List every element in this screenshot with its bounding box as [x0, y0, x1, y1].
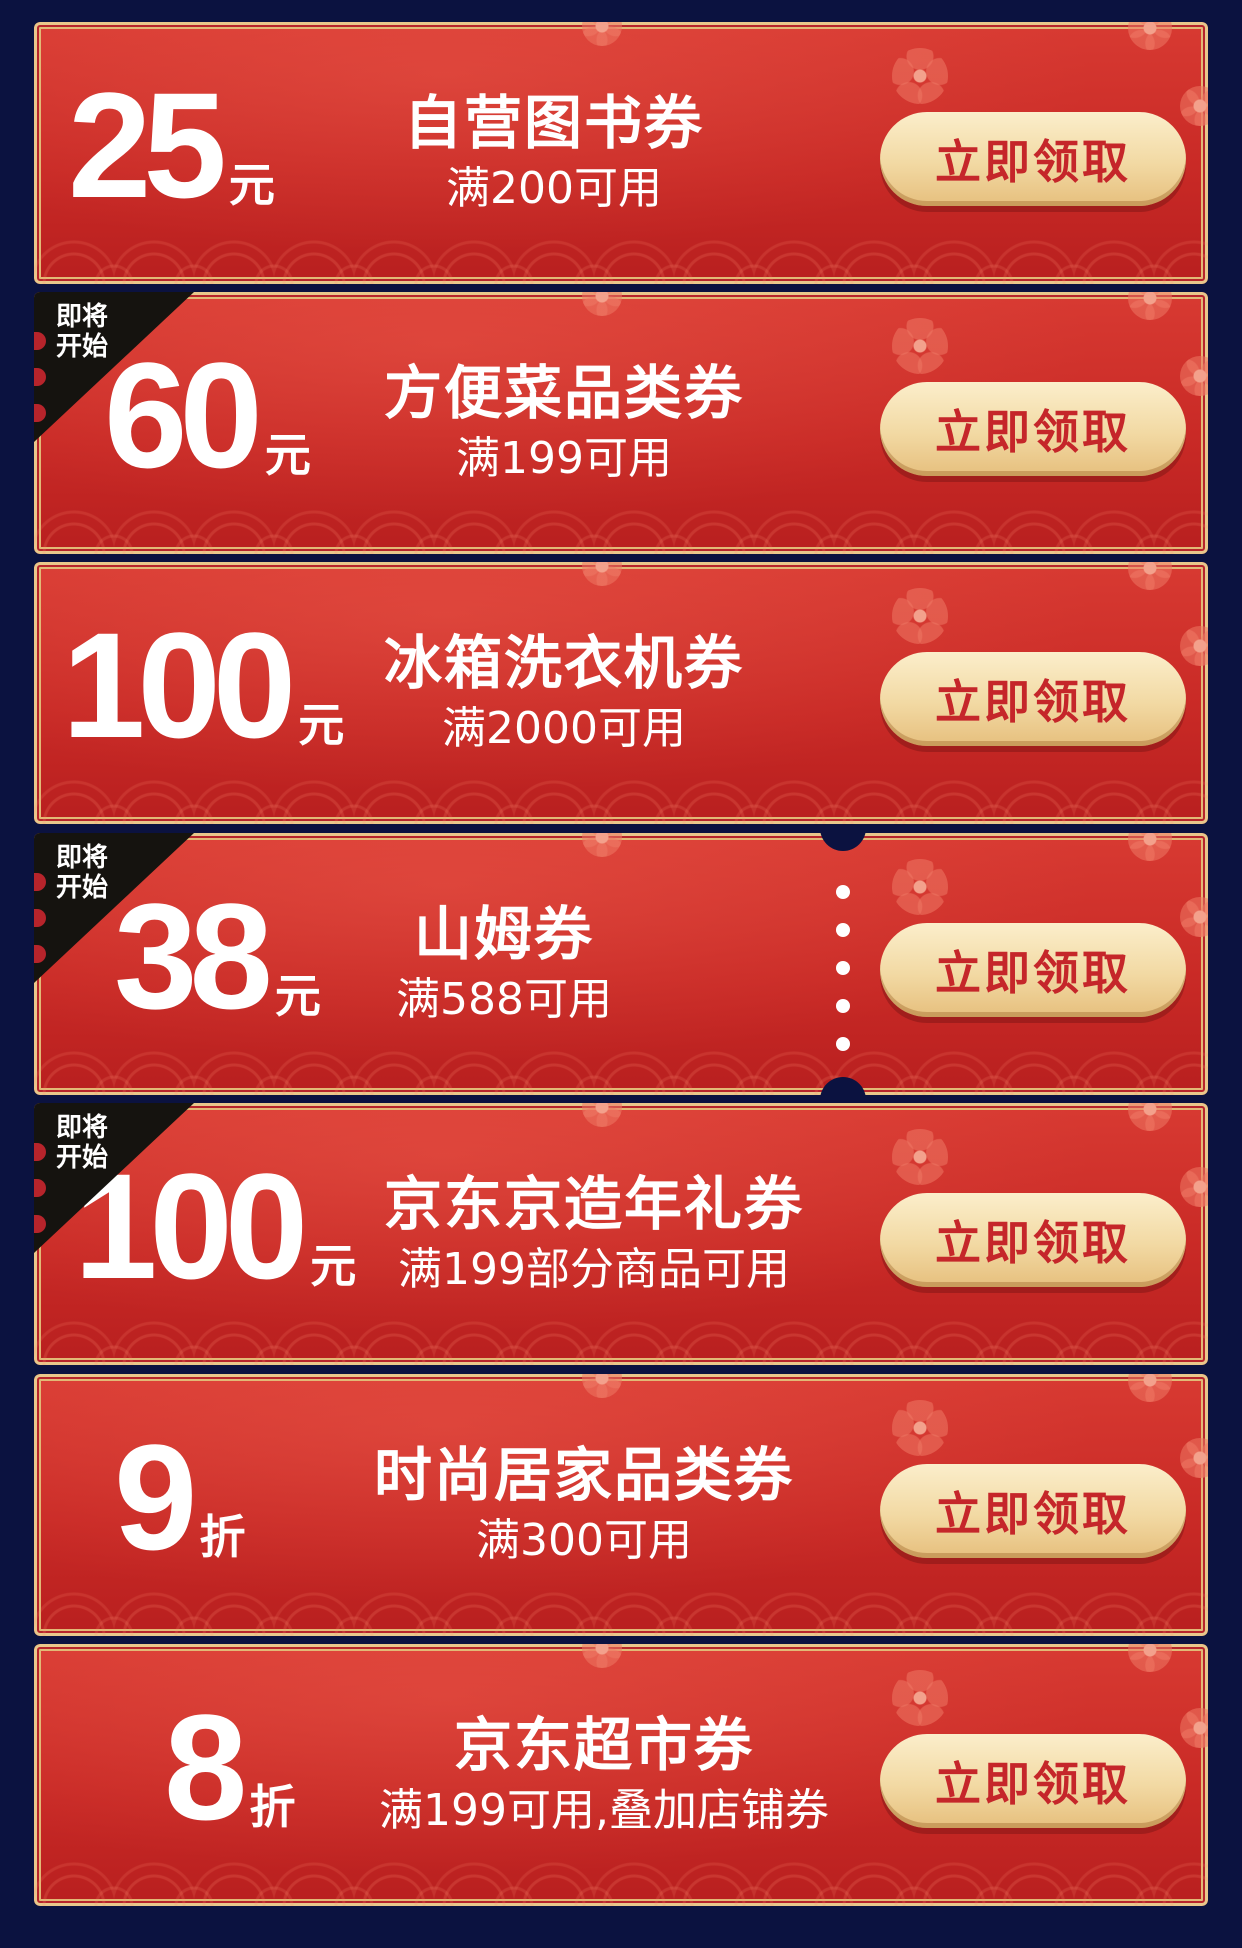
plum-blossom-icon [1180, 897, 1208, 937]
claim-button[interactable]: 立即领取 [880, 923, 1186, 1017]
amount-value: 8 [164, 1683, 247, 1851]
coupon-card: 100 元 冰箱洗衣机券 满2000可用 立即领取 [34, 562, 1208, 824]
plum-blossom-icon [1128, 1644, 1172, 1672]
coupon-amount: 8 折 [164, 1644, 295, 1906]
perforation-dot [836, 923, 850, 937]
upcoming-label: 即将 开始 [56, 843, 109, 903]
coupon-info: 方便菜品类券 满199可用 [294, 292, 834, 554]
perforation-dot [836, 1037, 850, 1051]
amount-value: 38 [114, 872, 273, 1040]
coupon-card: 100 元 京东京造年礼券 满199部分商品可用 立即领取 即将 开始 [34, 1103, 1208, 1365]
amount-unit: 折 [249, 1781, 296, 1833]
plum-blossom-icon [1180, 86, 1208, 126]
coupon-info: 自营图书券 满200可用 [294, 22, 814, 284]
plum-blossom-icon [1128, 1103, 1172, 1131]
plum-blossom-icon [892, 1400, 948, 1456]
coupon-condition: 满300可用 [476, 1514, 692, 1566]
amount-unit: 折 [199, 1511, 246, 1563]
coupon-card: 38 元 山姆券 满588可用 立即领取 即将 开始 [34, 833, 1208, 1095]
coupon-info: 山姆券 满588可用 [294, 833, 714, 1095]
coupon-card: 25 元 自营图书券 满200可用 立即领取 [34, 22, 1208, 284]
coupon-title: 京东京造年礼券 [383, 1170, 804, 1239]
coupon-condition: 满200可用 [446, 162, 662, 214]
coupon-title: 山姆券 [413, 900, 594, 969]
coupon-title: 自营图书券 [403, 89, 704, 158]
coupon-title: 方便菜品类券 [383, 359, 744, 428]
ribbon-notches [34, 1143, 46, 1243]
upcoming-label: 即将 开始 [56, 302, 109, 362]
amount-value: 100 [62, 601, 296, 769]
amount-value: 9 [114, 1413, 197, 1581]
coupon-condition: 满199部分商品可用 [398, 1243, 790, 1295]
claim-button[interactable]: 立即领取 [880, 1193, 1186, 1287]
coupon-condition: 满199可用,叠加店铺券 [379, 1784, 829, 1836]
plum-blossom-icon [892, 1129, 948, 1185]
plum-blossom-icon [1180, 626, 1208, 666]
coupon-title: 冰箱洗衣机券 [383, 629, 744, 698]
coupon-info: 京东超市券 满199可用,叠加店铺券 [334, 1644, 874, 1906]
plum-blossom-icon [892, 48, 948, 104]
coupon-title: 京东超市券 [453, 1711, 754, 1780]
plum-blossom-icon [892, 588, 948, 644]
coupon-card: 60 元 方便菜品类券 满199可用 立即领取 即将 开始 [34, 292, 1208, 554]
plum-blossom-icon [1128, 292, 1172, 320]
coupon-info: 时尚居家品类券 满300可用 [294, 1374, 874, 1636]
claim-button[interactable]: 立即领取 [880, 1464, 1186, 1558]
perforation-dot [836, 885, 850, 899]
claim-button[interactable]: 立即领取 [880, 652, 1186, 746]
coupon-list: 25 元 自营图书券 满200可用 立即领取 60 元 方便菜品类券 满199可… [0, 0, 1242, 1948]
plum-blossom-icon [1128, 562, 1172, 590]
plum-blossom-icon [1180, 356, 1208, 396]
coupon-card: 8 折 京东超市券 满199可用,叠加店铺券 立即领取 [34, 1644, 1208, 1906]
claim-button[interactable]: 立即领取 [880, 112, 1186, 206]
plum-blossom-icon [1128, 22, 1172, 50]
plum-blossom-icon [1180, 1708, 1208, 1748]
perforation-dot [836, 961, 850, 975]
coupon-card: 9 折 时尚居家品类券 满300可用 立即领取 [34, 1374, 1208, 1636]
coupon-condition: 满199可用 [456, 432, 672, 484]
plum-blossom-icon [892, 1670, 948, 1726]
plum-blossom-icon [892, 859, 948, 915]
coupon-info: 冰箱洗衣机券 满2000可用 [294, 562, 834, 824]
plum-blossom-icon [1180, 1438, 1208, 1478]
coupon-condition: 满588可用 [396, 973, 612, 1025]
coupon-amount: 9 折 [114, 1374, 245, 1636]
amount-value: 25 [68, 61, 227, 229]
coupon-condition: 满2000可用 [442, 702, 686, 754]
amount-value: 60 [104, 331, 263, 499]
coupon-title: 时尚居家品类券 [373, 1441, 794, 1510]
upcoming-label: 即将 开始 [56, 1113, 109, 1173]
plum-blossom-icon [1128, 1374, 1172, 1402]
ticket-notch [820, 833, 866, 851]
plum-blossom-icon [892, 318, 948, 374]
coupon-info: 京东京造年礼券 满199部分商品可用 [294, 1103, 894, 1365]
perforation-dot [836, 999, 850, 1013]
ribbon-notches [34, 873, 46, 973]
coupon-amount: 25 元 [68, 22, 275, 284]
perforation-line [820, 833, 866, 1095]
amount-unit: 元 [228, 159, 275, 211]
ribbon-notches [34, 332, 46, 432]
plum-blossom-icon [1128, 833, 1172, 861]
plum-blossom-icon [1180, 1167, 1208, 1207]
claim-button[interactable]: 立即领取 [880, 382, 1186, 476]
claim-button[interactable]: 立即领取 [880, 1734, 1186, 1828]
